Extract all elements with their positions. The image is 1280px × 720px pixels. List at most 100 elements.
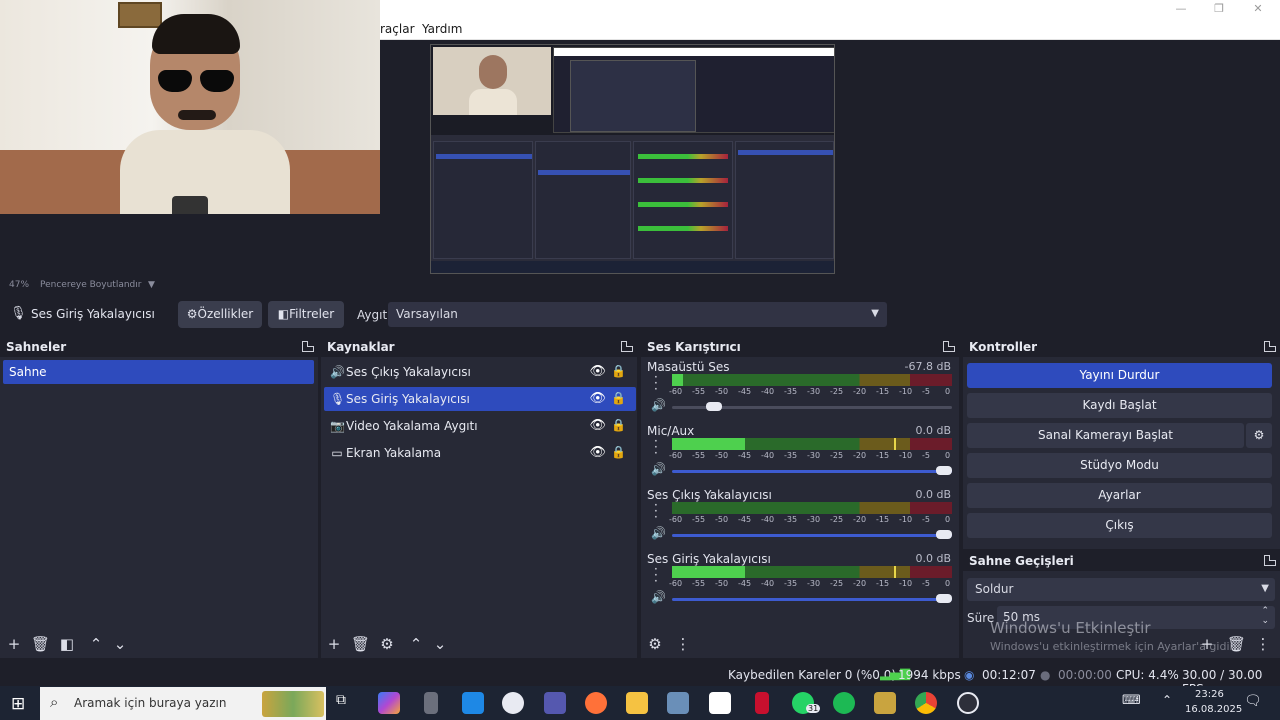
eye-icon[interactable]: 👁 — [589, 364, 606, 379]
source-item-video-capture[interactable]: 📷 Video Yakalama Aygıtı 👁 🔒 — [324, 414, 636, 438]
menu-help[interactable]: Yardım — [422, 22, 462, 36]
eye-icon[interactable]: 👁 — [589, 445, 606, 460]
chevron-up-icon[interactable]: ⌃ — [408, 637, 424, 653]
filter-icon: ◧ — [277, 307, 290, 321]
taskbar-search[interactable]: ⌕ Aramak için buraya yazın — [40, 687, 326, 720]
task-view-icon[interactable]: ⧉ — [336, 692, 358, 714]
zoom-mode[interactable]: Pencereye Boyutlandır — [40, 280, 141, 290]
chevron-down-icon: ▼ — [871, 308, 879, 319]
undock-icon[interactable] — [621, 341, 633, 352]
filters-button[interactable]: ◧Filtreler — [268, 301, 344, 328]
device-select[interactable]: Varsayılan ▼ — [388, 302, 887, 327]
speaker-icon[interactable]: 🔊 — [651, 398, 666, 412]
more-icon[interactable]: · · · — [654, 435, 658, 459]
source-item-audio-output[interactable]: 🔊 Ses Çıkış Yakalayıcısı 👁 🔒 — [324, 360, 636, 384]
eye-icon[interactable]: 👁 — [589, 391, 606, 406]
app-icon[interactable] — [462, 692, 484, 714]
chrome-icon[interactable] — [915, 692, 937, 714]
teams-icon[interactable] — [544, 692, 566, 714]
settings-button[interactable]: Ayarlar — [967, 483, 1272, 508]
transitions-title: Sahne Geçişleri — [969, 554, 1074, 568]
speaker-icon[interactable]: 🔊 — [651, 462, 666, 476]
obs-icon[interactable] — [957, 692, 979, 714]
spotify-icon[interactable] — [833, 692, 855, 714]
zoom-dropdown-icon[interactable]: ▼ — [148, 280, 155, 290]
start-record-button[interactable]: Kaydı Başlat — [967, 393, 1272, 418]
app-icon-4[interactable] — [874, 692, 896, 714]
tick-label: -40 — [761, 451, 775, 460]
speaker-icon[interactable]: 🔊 — [651, 590, 666, 604]
close-icon[interactable]: ✕ — [1243, 2, 1273, 17]
maximize-icon[interactable]: ❐ — [1204, 2, 1234, 17]
app-icon-2[interactable] — [667, 692, 689, 714]
source-item-audio-input[interactable]: 🎙 Ses Giriş Yakalayıcısı 👁 🔒 — [324, 387, 636, 411]
speaker-icon[interactable]: 🔊 — [651, 526, 666, 540]
chevron-down-icon[interactable]: ⌄ — [432, 637, 448, 653]
whatsapp-icon[interactable] — [502, 692, 524, 714]
virtual-camera-settings-button[interactable]: ⚙ — [1246, 423, 1272, 448]
gear-icon[interactable]: ⚙ — [647, 637, 663, 653]
filter-icon[interactable]: ◧ — [59, 637, 75, 653]
stop-stream-button[interactable]: Yayını Durdur — [967, 363, 1272, 388]
lock-icon[interactable]: 🔒 — [611, 364, 626, 378]
gear-icon[interactable]: ⚙ — [379, 637, 395, 653]
more-icon[interactable]: ⋮ — [675, 637, 691, 653]
more-icon[interactable]: · · · — [654, 563, 658, 587]
transition-type-select[interactable]: Soldur ▼ — [967, 578, 1275, 601]
chevron-down-icon[interactable]: ⌄ — [112, 637, 128, 653]
stream-preview[interactable] — [430, 44, 835, 274]
add-icon[interactable]: + — [326, 637, 342, 653]
tick-label: -55 — [692, 451, 706, 460]
clock-date: 16.08.2025 — [1185, 704, 1243, 715]
eye-icon[interactable]: 👁 — [589, 418, 606, 433]
volume-slider[interactable] — [672, 534, 952, 537]
trash-icon[interactable]: 🗑 — [31, 637, 50, 653]
mixer-channel: Ses Çıkış Yakalayıcısı 0.0 dB · · · -60 -55 -50… — [641, 488, 957, 550]
source-item-screen-capture[interactable]: ▭ Ekran Yakalama 👁 🔒 — [324, 441, 636, 465]
preview-webcam — [433, 47, 551, 115]
start-virtual-camera-button[interactable]: Sanal Kamerayı Başlat — [967, 423, 1244, 448]
undock-icon[interactable] — [1264, 341, 1276, 352]
undock-icon[interactable] — [302, 341, 314, 352]
more-icon[interactable]: · · · — [654, 371, 658, 395]
undock-icon[interactable] — [943, 341, 955, 352]
sources-title: Kaynaklar — [327, 340, 395, 354]
scene-item[interactable]: Sahne — [3, 360, 314, 384]
trash-icon[interactable]: 🗑 — [351, 637, 370, 653]
windows-start-icon[interactable]: ⊞ — [11, 694, 25, 714]
notifications-icon[interactable]: 🗨 — [1244, 693, 1262, 709]
device-icon[interactable] — [424, 692, 438, 714]
keyboard-icon[interactable]: ⌨ — [1122, 693, 1141, 708]
capcut-icon[interactable] — [709, 692, 731, 714]
copilot-icon[interactable] — [378, 692, 400, 714]
volume-slider[interactable] — [672, 470, 952, 473]
tick-label: -35 — [784, 387, 798, 396]
volume-slider-handle[interactable] — [936, 594, 952, 603]
tick-label: -45 — [738, 579, 752, 588]
volume-slider-handle[interactable] — [936, 530, 952, 539]
more-icon[interactable]: · · · — [654, 499, 658, 523]
volume-slider[interactable] — [672, 598, 952, 601]
minimize-icon[interactable]: — — [1166, 2, 1196, 17]
studio-mode-button[interactable]: Stüdyo Modu — [967, 453, 1272, 478]
lock-icon[interactable]: 🔒 — [611, 418, 626, 432]
volume-slider-handle[interactable] — [936, 466, 952, 475]
chevron-up-icon[interactable]: ⌃ — [88, 637, 104, 653]
chevron-up-icon[interactable]: ⌃ — [1162, 693, 1172, 707]
lock-icon[interactable]: 🔒 — [611, 391, 626, 405]
menu-tools[interactable]: raçlar — [380, 22, 415, 36]
exit-button[interactable]: Çıkış — [967, 513, 1272, 538]
undock-icon[interactable] — [1264, 555, 1276, 566]
tick-label: -10 — [899, 387, 913, 396]
preview-nested-screen — [553, 47, 834, 133]
peak-indicator — [894, 566, 896, 578]
more-icon[interactable]: ⋮ — [1255, 637, 1271, 653]
app-icon-3[interactable] — [755, 692, 769, 714]
properties-button[interactable]: ⚙Özellikler — [178, 301, 262, 328]
add-icon[interactable]: + — [6, 637, 22, 653]
tick-label: -60 — [669, 515, 683, 524]
lock-icon[interactable]: 🔒 — [611, 445, 626, 459]
firefox-icon[interactable] — [585, 692, 607, 714]
file-explorer-icon[interactable] — [626, 692, 648, 714]
volume-slider-handle[interactable] — [706, 402, 722, 411]
